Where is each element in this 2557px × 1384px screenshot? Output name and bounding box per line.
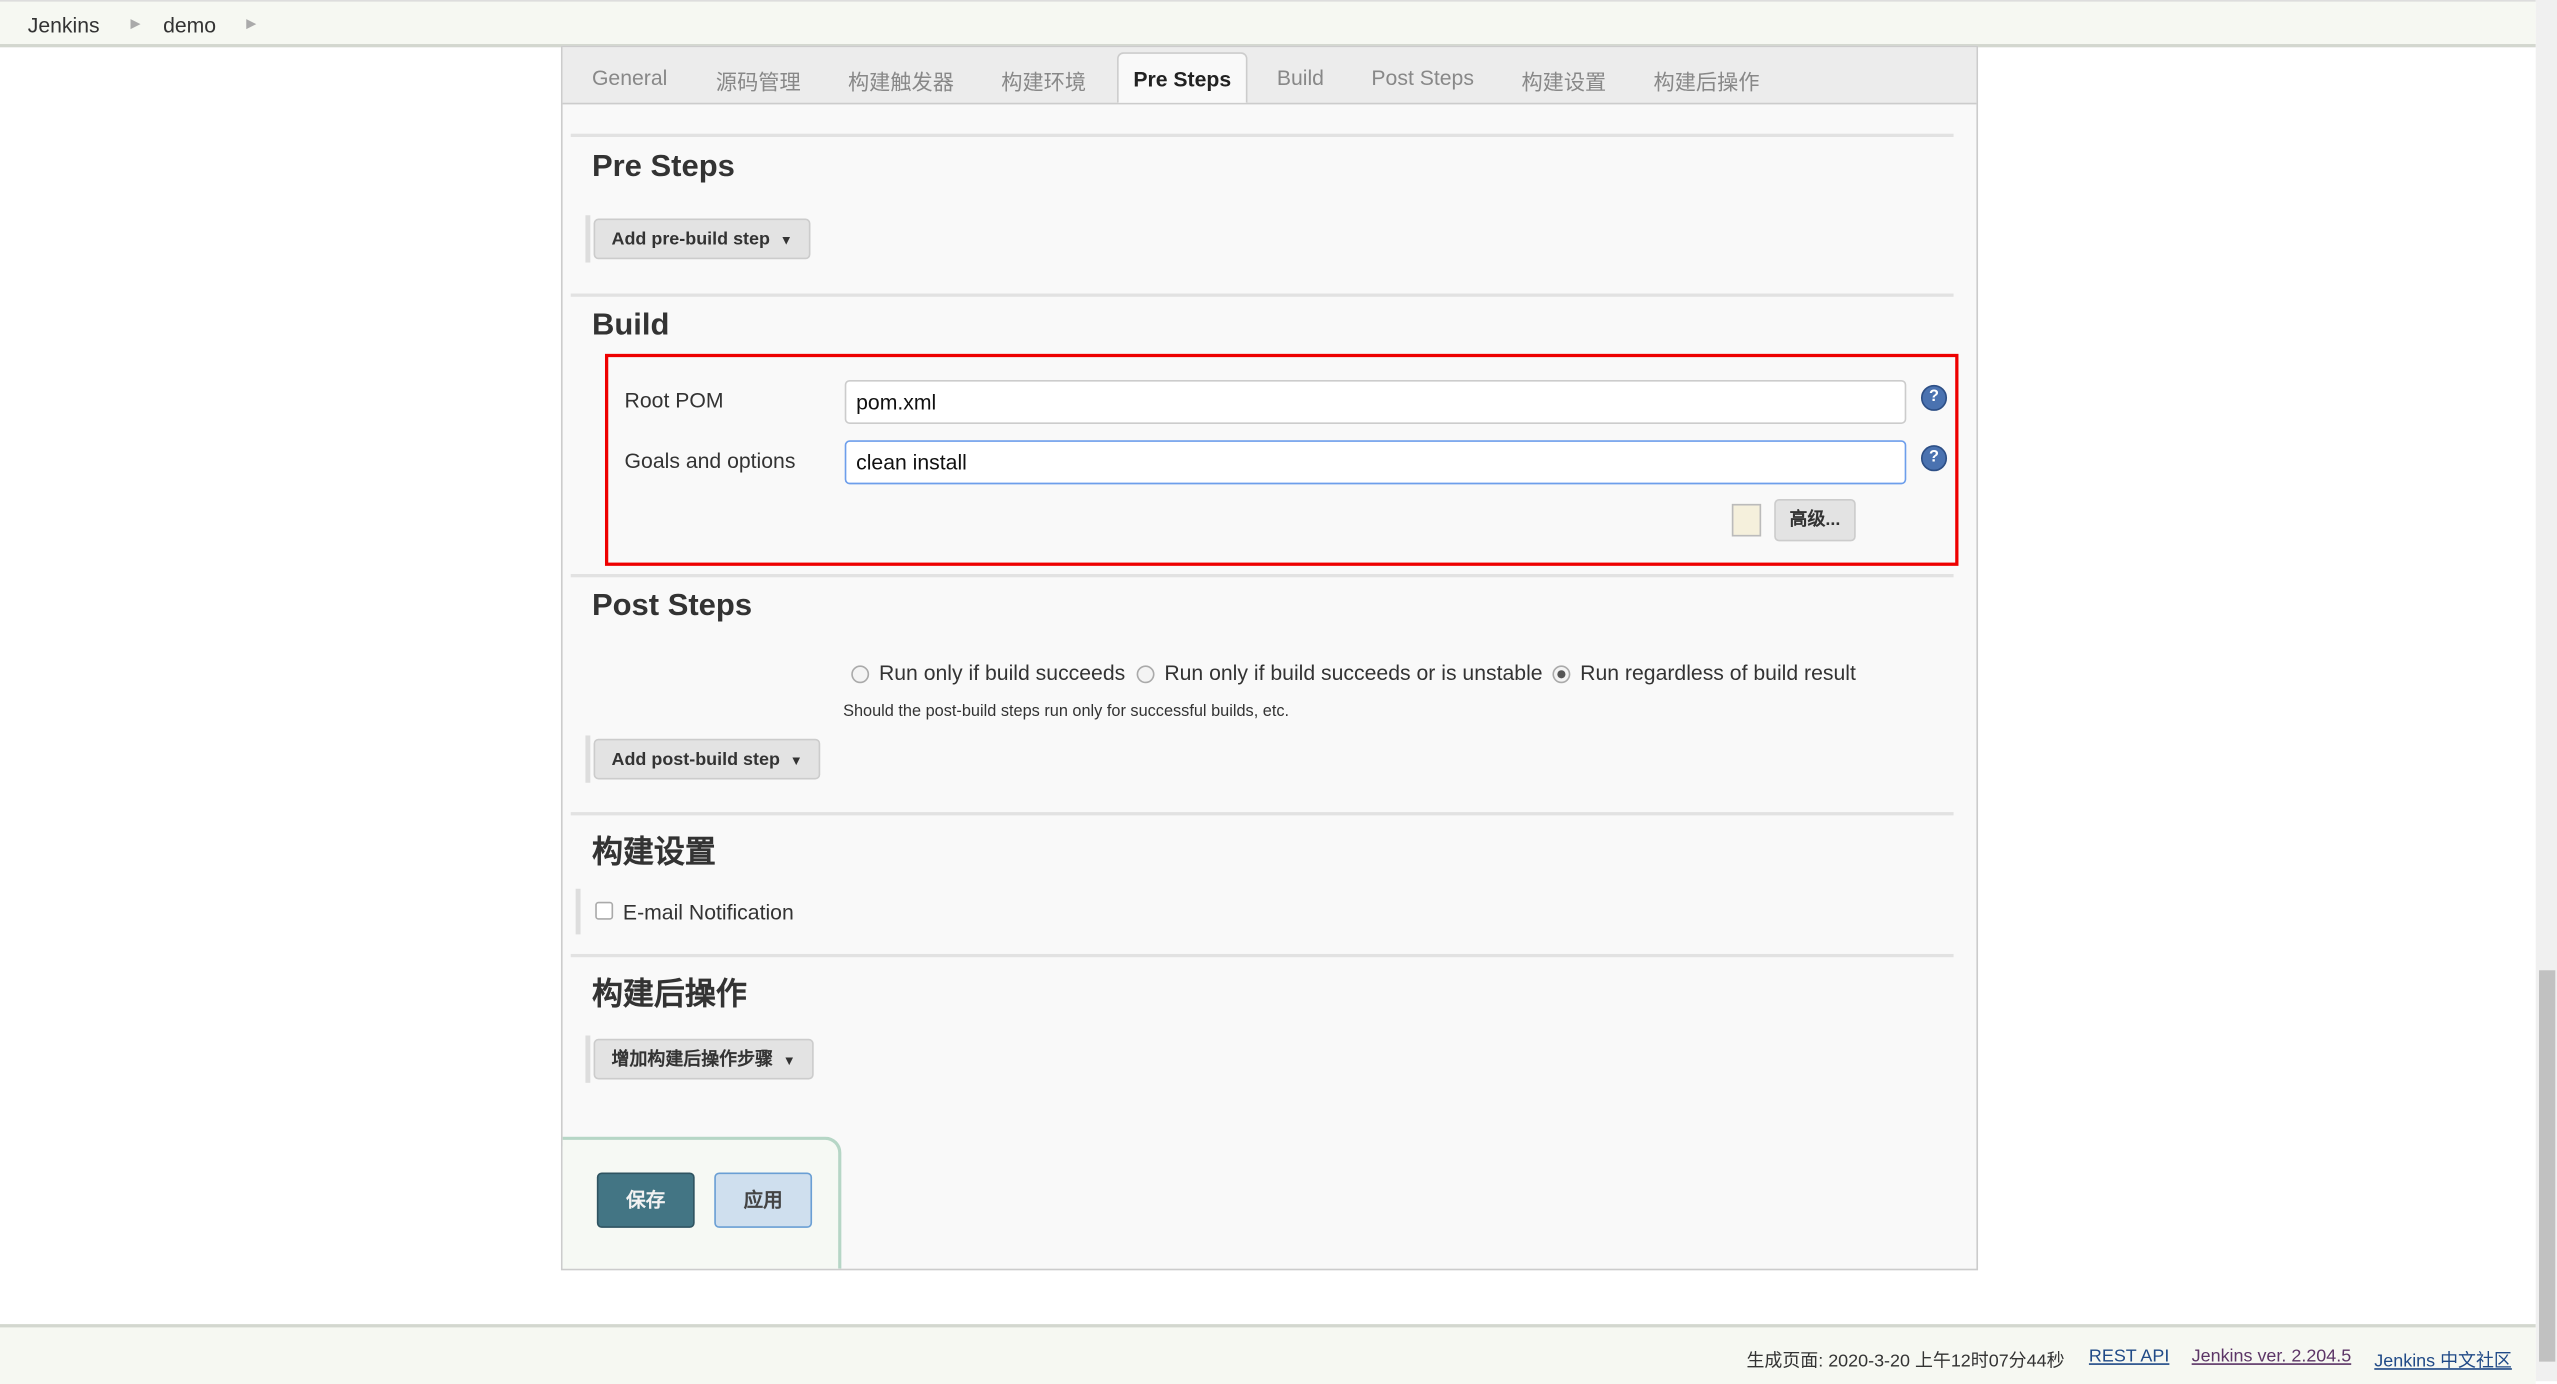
section-bar	[585, 215, 591, 263]
divider	[570, 812, 1954, 816]
divider	[570, 953, 1954, 958]
tab-general[interactable]: General	[592, 65, 667, 89]
button-label: 增加构建后操作步骤	[611, 1050, 773, 1070]
email-notification-label[interactable]: E-mail Notification	[623, 900, 794, 924]
breadcrumb-bar: Jenkins ▶ demo ▶	[0, 0, 2536, 48]
dropdown-caret-icon: ▼	[782, 1053, 796, 1069]
divider	[570, 293, 1954, 297]
add-pre-build-step-button[interactable]: Add pre-build step ▼	[593, 218, 811, 260]
section-title-post-steps: Post Steps	[591, 588, 753, 623]
section-title-pre-steps: Pre Steps	[591, 150, 735, 185]
tab-build-settings[interactable]: 构建设置	[1521, 65, 1606, 96]
section-bar	[585, 1035, 591, 1083]
breadcrumb-jenkins[interactable]: Jenkins	[28, 13, 100, 37]
add-post-build-action-button[interactable]: 增加构建后操作步骤 ▼	[593, 1038, 814, 1080]
radio-run-regardless[interactable]	[1552, 665, 1571, 684]
breadcrumb-separator-icon[interactable]: ▶	[246, 16, 256, 31]
radio-label[interactable]: Run only if build succeeds	[879, 660, 1125, 684]
tab-post-steps[interactable]: Post Steps	[1371, 65, 1474, 89]
button-label: Add post-build step	[611, 750, 780, 770]
tab-scm[interactable]: 源码管理	[716, 65, 801, 96]
goals-label: Goals and options	[624, 448, 796, 473]
root-pom-input[interactable]: pom.xml	[844, 379, 1907, 424]
jenkins-config-page: Jenkins ▶ demo ▶ General 源码管理 构建触发器 构建环境…	[0, 0, 2557, 1384]
section-title-post-build: 构建后操作	[591, 978, 747, 1013]
tab-build[interactable]: Build	[1277, 65, 1324, 89]
radio-run-if-success[interactable]	[851, 665, 870, 684]
apply-button[interactable]: 应用	[714, 1172, 813, 1228]
dropdown-caret-icon: ▼	[789, 753, 803, 769]
config-tabs: General 源码管理 构建触发器 构建环境 Pre Steps Build …	[562, 47, 1977, 105]
help-icon[interactable]: ?	[1920, 445, 1948, 472]
rest-api-link[interactable]: REST API	[2089, 1347, 2169, 1367]
radio-label[interactable]: Run regardless of build result	[1580, 660, 1856, 684]
email-notification-checkbox[interactable]	[595, 901, 614, 920]
breadcrumb-separator-icon[interactable]: ▶	[130, 16, 140, 31]
save-bar: 保存 应用	[562, 1136, 842, 1269]
button-label: Add pre-build step	[611, 229, 770, 250]
add-post-build-step-button[interactable]: Add post-build step ▼	[593, 738, 821, 780]
jenkins-community-link[interactable]: Jenkins 中文社区	[2374, 1347, 2512, 1373]
notepad-icon	[1731, 503, 1762, 537]
goals-options-input[interactable]: clean install	[844, 440, 1907, 485]
radio-label[interactable]: Run only if build succeeds or is unstabl…	[1164, 660, 1542, 684]
tab-pre-steps[interactable]: Pre Steps	[1117, 52, 1248, 103]
section-bar	[585, 735, 591, 783]
section-title-build: Build	[591, 308, 670, 343]
config-panel: General 源码管理 构建触发器 构建环境 Pre Steps Build …	[560, 45, 1979, 1271]
jenkins-version-link[interactable]: Jenkins ver. 2.204.5	[2192, 1347, 2352, 1367]
dropdown-caret-icon: ▼	[779, 233, 793, 248]
save-button[interactable]: 保存	[596, 1172, 695, 1228]
breadcrumb-demo[interactable]: demo	[163, 13, 216, 37]
radio-run-if-unstable[interactable]	[1136, 665, 1155, 684]
advanced-button[interactable]: 高级...	[1774, 498, 1856, 542]
tab-environment[interactable]: 构建环境	[1001, 65, 1086, 96]
tab-triggers[interactable]: 构建触发器	[848, 65, 954, 96]
footer: 生成页面: 2020-3-20 上午12时07分44秒 REST API Jen…	[0, 1324, 2536, 1384]
divider	[570, 133, 1954, 137]
divider	[570, 574, 1954, 578]
root-pom-label: Root POM	[624, 388, 724, 413]
section-title-build-settings: 构建设置	[591, 836, 716, 871]
scrollbar-thumb[interactable]	[2539, 970, 2556, 1362]
section-bar	[575, 888, 581, 935]
page-generated-time: 生成页面: 2020-3-20 上午12时07分44秒	[1746, 1351, 2065, 1372]
tab-post-build[interactable]: 构建后操作	[1654, 65, 1760, 96]
help-icon[interactable]: ?	[1920, 384, 1948, 411]
post-steps-hint: Should the post-build steps run only for…	[843, 702, 1290, 721]
